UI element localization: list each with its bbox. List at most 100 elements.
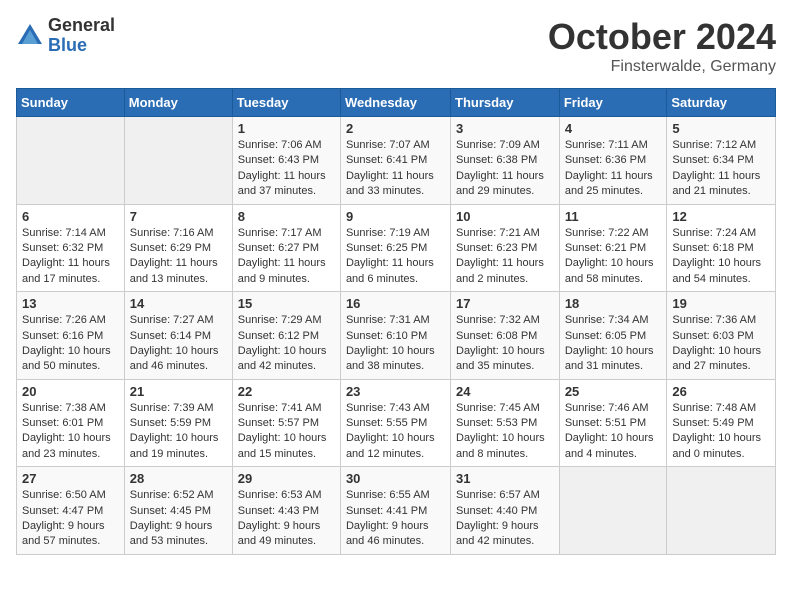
day-info: Sunrise: 6:53 AMSunset: 4:43 PMDaylight:… xyxy=(238,488,335,550)
week-row-5: 27 Sunrise: 6:50 AMSunset: 4:47 PMDayligh… xyxy=(17,467,776,555)
day-number: 11 xyxy=(565,209,662,224)
header-day-monday: Monday xyxy=(124,89,232,117)
day-number: 30 xyxy=(346,471,445,486)
calendar-cell: 7 Sunrise: 7:16 AMSunset: 6:29 PMDaylight… xyxy=(124,204,232,292)
day-info: Sunrise: 7:19 AMSunset: 6:25 PMDaylight:… xyxy=(346,226,445,288)
day-info: Sunrise: 6:55 AMSunset: 4:41 PMDaylight:… xyxy=(346,488,445,550)
day-info: Sunrise: 7:31 AMSunset: 6:10 PMDaylight:… xyxy=(346,313,445,375)
day-info: Sunrise: 7:43 AMSunset: 5:55 PMDaylight:… xyxy=(346,401,445,463)
calendar-cell: 2Sunrise: 7:07 AMSunset: 6:41 PMDaylight… xyxy=(340,117,450,205)
day-number: 29 xyxy=(238,471,335,486)
day-number: 26 xyxy=(672,384,770,399)
calendar-cell xyxy=(124,117,232,205)
calendar-cell: 18Sunrise: 7:34 AMSunset: 6:05 PMDayligh… xyxy=(559,292,667,380)
calendar-cell: 6 Sunrise: 7:14 AMSunset: 6:32 PMDaylight… xyxy=(17,204,125,292)
logo-general-text: General xyxy=(48,16,115,36)
calendar-cell: 1 Sunrise: 7:06 AMSunset: 6:43 PMDaylight… xyxy=(232,117,340,205)
day-number: 5 xyxy=(672,121,770,136)
calendar-cell: 9Sunrise: 7:19 AMSunset: 6:25 PMDaylight… xyxy=(340,204,450,292)
calendar-cell: 10Sunrise: 7:21 AMSunset: 6:23 PMDayligh… xyxy=(451,204,560,292)
header-day-thursday: Thursday xyxy=(451,89,560,117)
calendar-cell: 4Sunrise: 7:11 AMSunset: 6:36 PMDaylight… xyxy=(559,117,667,205)
day-info: Sunrise: 7:16 AMSunset: 6:29 PMDaylight:… xyxy=(130,226,227,288)
calendar-cell xyxy=(667,467,776,555)
week-row-4: 20 Sunrise: 7:38 AMSunset: 6:01 PMDayligh… xyxy=(17,379,776,467)
calendar-cell: 23 Sunrise: 7:43 AMSunset: 5:55 PMDayligh… xyxy=(340,379,450,467)
day-info: Sunrise: 7:27 AMSunset: 6:14 PMDaylight:… xyxy=(130,313,227,375)
logo: General Blue xyxy=(16,16,115,56)
calendar-cell: 20 Sunrise: 7:38 AMSunset: 6:01 PMDayligh… xyxy=(17,379,125,467)
day-info: Sunrise: 7:14 AMSunset: 6:32 PMDaylight:… xyxy=(22,226,119,288)
day-number: 8 xyxy=(238,209,335,224)
day-number: 24 xyxy=(456,384,554,399)
calendar-cell: 16 Sunrise: 7:31 AMSunset: 6:10 PMDayligh… xyxy=(340,292,450,380)
calendar-body: 1 Sunrise: 7:06 AMSunset: 6:43 PMDaylight… xyxy=(17,117,776,555)
day-number: 15 xyxy=(238,296,335,311)
month-title: October 2024 xyxy=(548,16,776,58)
logo-blue-text: Blue xyxy=(48,36,115,56)
day-info: Sunrise: 7:12 AMSunset: 6:34 PMDaylight:… xyxy=(672,138,770,200)
day-number: 12 xyxy=(672,209,770,224)
day-info: Sunrise: 6:50 AMSunset: 4:47 PMDaylight:… xyxy=(22,488,119,550)
calendar-cell: 17 Sunrise: 7:32 AMSunset: 6:08 PMDayligh… xyxy=(451,292,560,380)
header-day-saturday: Saturday xyxy=(667,89,776,117)
calendar-cell: 29 Sunrise: 6:53 AMSunset: 4:43 PMDayligh… xyxy=(232,467,340,555)
day-info: Sunrise: 7:22 AMSunset: 6:21 PMDaylight:… xyxy=(565,226,662,288)
calendar-cell: 8Sunrise: 7:17 AMSunset: 6:27 PMDaylight… xyxy=(232,204,340,292)
day-info: Sunrise: 7:36 AMSunset: 6:03 PMDaylight:… xyxy=(672,313,770,375)
day-info: Sunrise: 7:46 AMSunset: 5:51 PMDaylight:… xyxy=(565,401,662,463)
calendar-cell: 25 Sunrise: 7:46 AMSunset: 5:51 PMDayligh… xyxy=(559,379,667,467)
header-day-sunday: Sunday xyxy=(17,89,125,117)
calendar-cell: 30 Sunrise: 6:55 AMSunset: 4:41 PMDayligh… xyxy=(340,467,450,555)
day-info: Sunrise: 7:11 AMSunset: 6:36 PMDaylight:… xyxy=(565,138,662,200)
day-info: Sunrise: 7:39 AMSunset: 5:59 PMDaylight:… xyxy=(130,401,227,463)
calendar-cell xyxy=(559,467,667,555)
day-number: 16 xyxy=(346,296,445,311)
day-info: Sunrise: 7:41 AMSunset: 5:57 PMDaylight:… xyxy=(238,401,335,463)
day-number: 10 xyxy=(456,209,554,224)
day-info: Sunrise: 7:48 AMSunset: 5:49 PMDaylight:… xyxy=(672,401,770,463)
day-info: Sunrise: 7:09 AMSunset: 6:38 PMDaylight:… xyxy=(456,138,554,200)
day-info: Sunrise: 6:57 AMSunset: 4:40 PMDaylight:… xyxy=(456,488,554,550)
calendar-cell: 31 Sunrise: 6:57 AMSunset: 4:40 PMDayligh… xyxy=(451,467,560,555)
day-number: 23 xyxy=(346,384,445,399)
calendar-cell: 14 Sunrise: 7:27 AMSunset: 6:14 PMDayligh… xyxy=(124,292,232,380)
day-number: 7 xyxy=(130,209,227,224)
day-info: Sunrise: 7:38 AMSunset: 6:01 PMDaylight:… xyxy=(22,401,119,463)
day-info: Sunrise: 7:32 AMSunset: 6:08 PMDaylight:… xyxy=(456,313,554,375)
calendar-cell: 28Sunrise: 6:52 AMSunset: 4:45 PMDayligh… xyxy=(124,467,232,555)
day-number: 6 xyxy=(22,209,119,224)
day-number: 27 xyxy=(22,471,119,486)
day-info: Sunrise: 7:29 AMSunset: 6:12 PMDaylight:… xyxy=(238,313,335,375)
calendar-cell xyxy=(17,117,125,205)
logo-text: General Blue xyxy=(48,16,115,56)
day-number: 14 xyxy=(130,296,227,311)
calendar-header: SundayMondayTuesdayWednesdayThursdayFrid… xyxy=(17,89,776,117)
day-number: 31 xyxy=(456,471,554,486)
day-number: 1 xyxy=(238,121,335,136)
calendar-cell: 22Sunrise: 7:41 AMSunset: 5:57 PMDayligh… xyxy=(232,379,340,467)
day-info: Sunrise: 7:26 AMSunset: 6:16 PMDaylight:… xyxy=(22,313,119,375)
day-number: 17 xyxy=(456,296,554,311)
day-info: Sunrise: 7:24 AMSunset: 6:18 PMDaylight:… xyxy=(672,226,770,288)
calendar-cell: 11 Sunrise: 7:22 AMSunset: 6:21 PMDayligh… xyxy=(559,204,667,292)
calendar-cell: 13 Sunrise: 7:26 AMSunset: 6:16 PMDayligh… xyxy=(17,292,125,380)
day-number: 20 xyxy=(22,384,119,399)
calendar-cell: 12 Sunrise: 7:24 AMSunset: 6:18 PMDayligh… xyxy=(667,204,776,292)
day-info: Sunrise: 7:06 AMSunset: 6:43 PMDaylight:… xyxy=(238,138,335,200)
calendar-cell: 24Sunrise: 7:45 AMSunset: 5:53 PMDayligh… xyxy=(451,379,560,467)
title-block: October 2024 Finsterwalde, Germany xyxy=(548,16,776,76)
page-header: General Blue October 2024 Finsterwalde, … xyxy=(16,16,776,76)
day-info: Sunrise: 6:52 AMSunset: 4:45 PMDaylight:… xyxy=(130,488,227,550)
week-row-2: 6 Sunrise: 7:14 AMSunset: 6:32 PMDaylight… xyxy=(17,204,776,292)
header-day-tuesday: Tuesday xyxy=(232,89,340,117)
location-subtitle: Finsterwalde, Germany xyxy=(548,58,776,76)
day-info: Sunrise: 7:07 AMSunset: 6:41 PMDaylight:… xyxy=(346,138,445,200)
calendar-table: SundayMondayTuesdayWednesdayThursdayFrid… xyxy=(16,88,776,555)
day-number: 13 xyxy=(22,296,119,311)
day-number: 25 xyxy=(565,384,662,399)
calendar-cell: 5 Sunrise: 7:12 AMSunset: 6:34 PMDaylight… xyxy=(667,117,776,205)
header-row: SundayMondayTuesdayWednesdayThursdayFrid… xyxy=(17,89,776,117)
calendar-cell: 21Sunrise: 7:39 AMSunset: 5:59 PMDayligh… xyxy=(124,379,232,467)
calendar-cell: 26 Sunrise: 7:48 AMSunset: 5:49 PMDayligh… xyxy=(667,379,776,467)
